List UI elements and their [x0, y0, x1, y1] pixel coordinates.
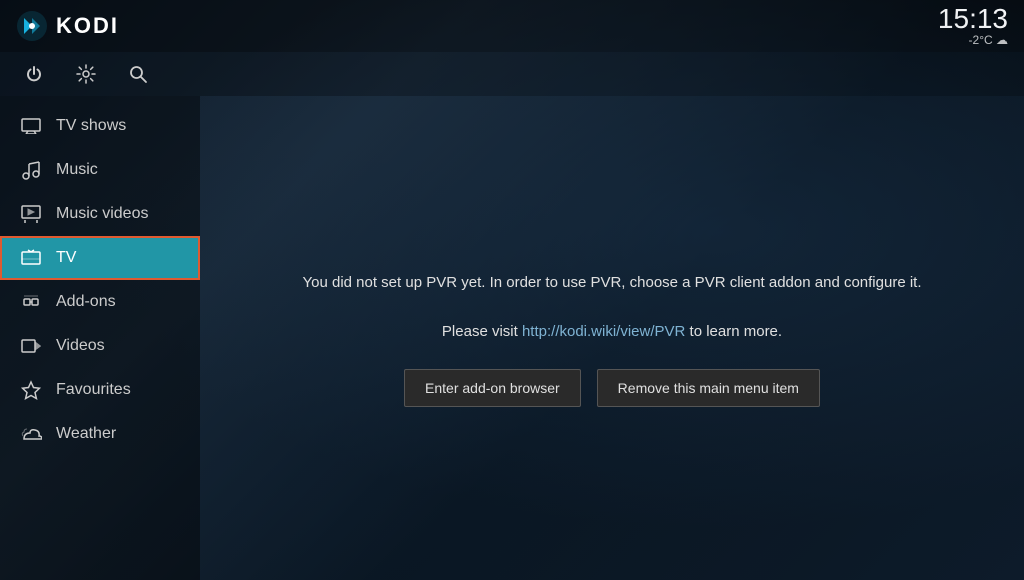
weather-icon — [20, 423, 42, 445]
pvr-message-line1: You did not set up PVR yet. In order to … — [303, 270, 922, 296]
sidebar-label-music: Music — [56, 161, 98, 179]
sidebar-label-music-videos: Music videos — [56, 205, 148, 223]
sidebar-item-music[interactable]: Music — [0, 148, 200, 192]
sidebar-label-tv: TV — [56, 249, 76, 267]
weather-info: -2°C ☁ — [938, 33, 1008, 47]
app-container: KODI 15:13 -2°C ☁ — [0, 0, 1024, 580]
tv-shows-icon — [20, 115, 42, 137]
sidebar-item-addons[interactable]: Add-ons — [0, 280, 200, 324]
sidebar-item-tv-shows[interactable]: TV shows — [0, 104, 200, 148]
top-bar: KODI 15:13 -2°C ☁ — [0, 0, 1024, 52]
sidebar: TV shows Music — [0, 96, 200, 580]
addons-icon — [20, 291, 42, 313]
content-area: You did not set up PVR yet. In order to … — [200, 96, 1024, 580]
videos-icon — [20, 335, 42, 357]
pvr-message-box: You did not set up PVR yet. In order to … — [303, 270, 922, 407]
kodi-logo-icon — [16, 10, 48, 42]
time-display: 15:13 — [938, 5, 1008, 33]
sidebar-label-weather: Weather — [56, 425, 116, 443]
favourites-icon — [20, 379, 42, 401]
music-videos-icon — [20, 203, 42, 225]
main-content: TV shows Music — [0, 96, 1024, 580]
enter-addon-browser-button[interactable]: Enter add-on browser — [404, 369, 581, 407]
sidebar-item-music-videos[interactable]: Music videos — [0, 192, 200, 236]
sidebar-item-favourites[interactable]: Favourites — [0, 368, 200, 412]
pvr-message-line2: Please visit http://kodi.wiki/view/PVR t… — [303, 319, 922, 345]
sidebar-label-favourites: Favourites — [56, 381, 131, 399]
sidebar-label-videos: Videos — [56, 337, 105, 355]
sidebar-label-addons: Add-ons — [56, 293, 116, 311]
sidebar-item-tv[interactable]: TV — [0, 236, 200, 280]
music-icon — [20, 159, 42, 181]
sidebar-label-tv-shows: TV shows — [56, 117, 126, 135]
power-button[interactable] — [20, 60, 48, 88]
app-title: KODI — [56, 13, 119, 39]
time-area: 15:13 -2°C ☁ — [938, 5, 1008, 47]
sidebar-item-videos[interactable]: Videos — [0, 324, 200, 368]
tv-icon — [20, 247, 42, 269]
control-bar — [0, 52, 1024, 96]
pvr-link[interactable]: http://kodi.wiki/view/PVR — [522, 323, 685, 340]
sidebar-item-weather[interactable]: Weather — [0, 412, 200, 456]
pvr-buttons: Enter add-on browser Remove this main me… — [303, 369, 922, 407]
settings-button[interactable] — [72, 60, 100, 88]
logo-area: KODI — [16, 10, 119, 42]
search-button[interactable] — [124, 60, 152, 88]
remove-menu-item-button[interactable]: Remove this main menu item — [597, 369, 820, 407]
